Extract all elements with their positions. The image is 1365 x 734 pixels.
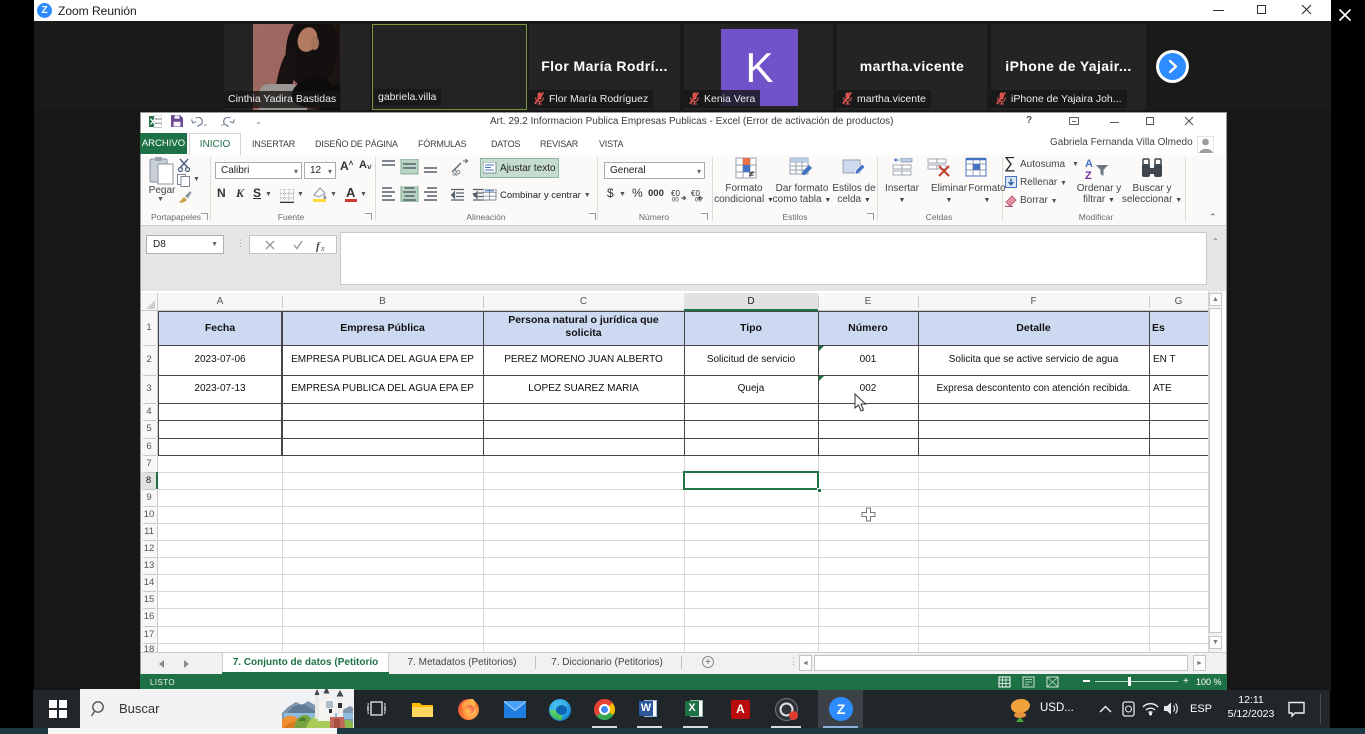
- svg-text:ab: ab: [450, 166, 463, 176]
- svg-text:Z: Z: [1085, 170, 1092, 181]
- svg-text:00: 00: [672, 198, 679, 203]
- svg-text:A: A: [1085, 158, 1093, 170]
- svg-text:x: x: [320, 244, 325, 253]
- svg-text:≠: ≠: [749, 169, 754, 179]
